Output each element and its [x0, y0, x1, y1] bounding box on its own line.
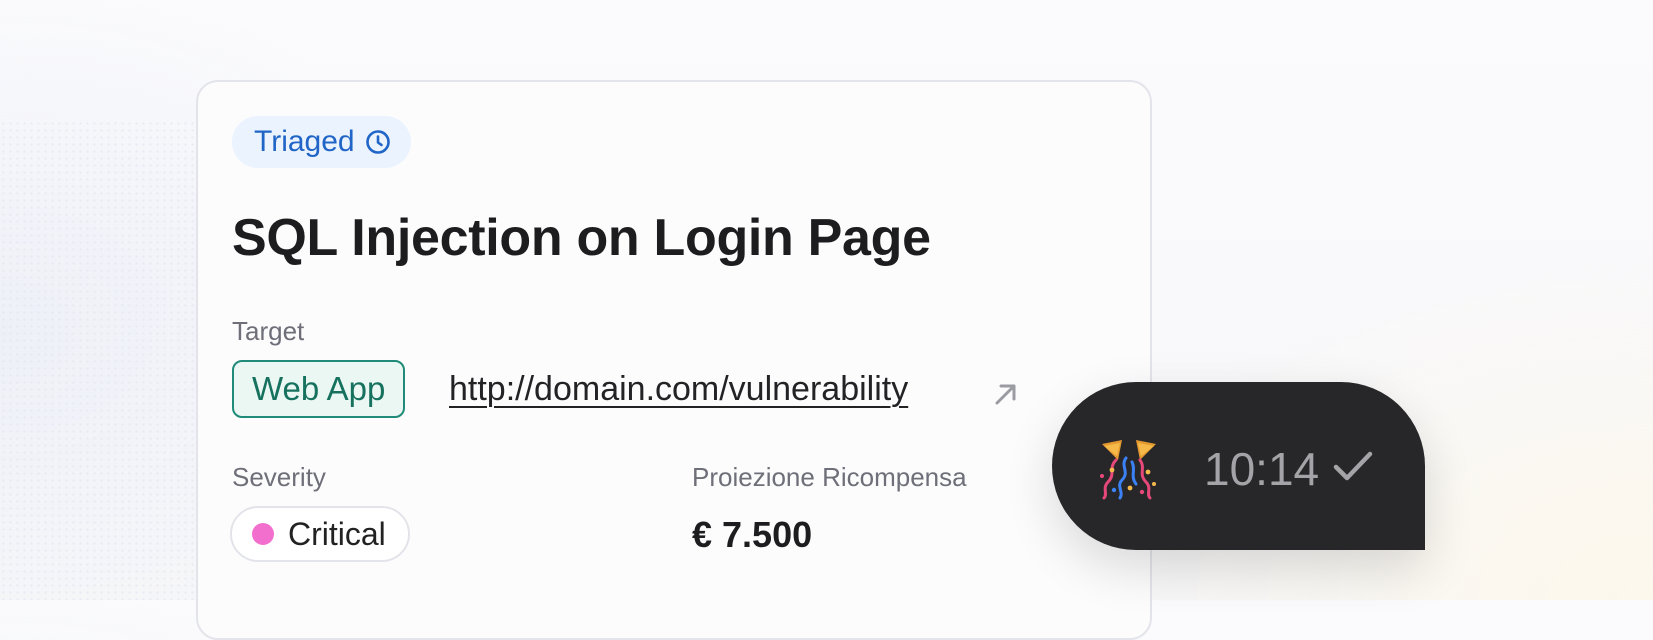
- reward-value: € 7.500: [692, 514, 813, 555]
- check-icon: [1333, 451, 1373, 481]
- severity-label: Severity: [232, 462, 326, 492]
- target-type-chip: Web App: [232, 360, 406, 418]
- party-popper-icon: [1100, 440, 1156, 500]
- report-card: Triaged SQL Injection on Login Page Targ…: [196, 80, 1152, 640]
- severity-chip: Critical: [230, 506, 410, 562]
- arrow-up-right-icon[interactable]: [992, 380, 1020, 408]
- target-url-link[interactable]: http://domain.com/vulnerability: [449, 370, 908, 409]
- message-time: 10:14: [1204, 443, 1320, 495]
- target-label: Target: [232, 316, 305, 346]
- chat-message-bubble: 10:14: [1052, 382, 1425, 550]
- clock-icon: [365, 130, 390, 154]
- severity-dot: [252, 523, 274, 545]
- target-type-label: Web App: [252, 370, 386, 407]
- report-title: SQL Injection on Login Page: [232, 209, 931, 267]
- reward-label: Proiezione Ricompensa: [692, 462, 967, 492]
- status-badge: Triaged: [232, 116, 411, 168]
- status-badge-label: Triaged: [254, 125, 355, 158]
- severity-value: Critical: [288, 515, 386, 552]
